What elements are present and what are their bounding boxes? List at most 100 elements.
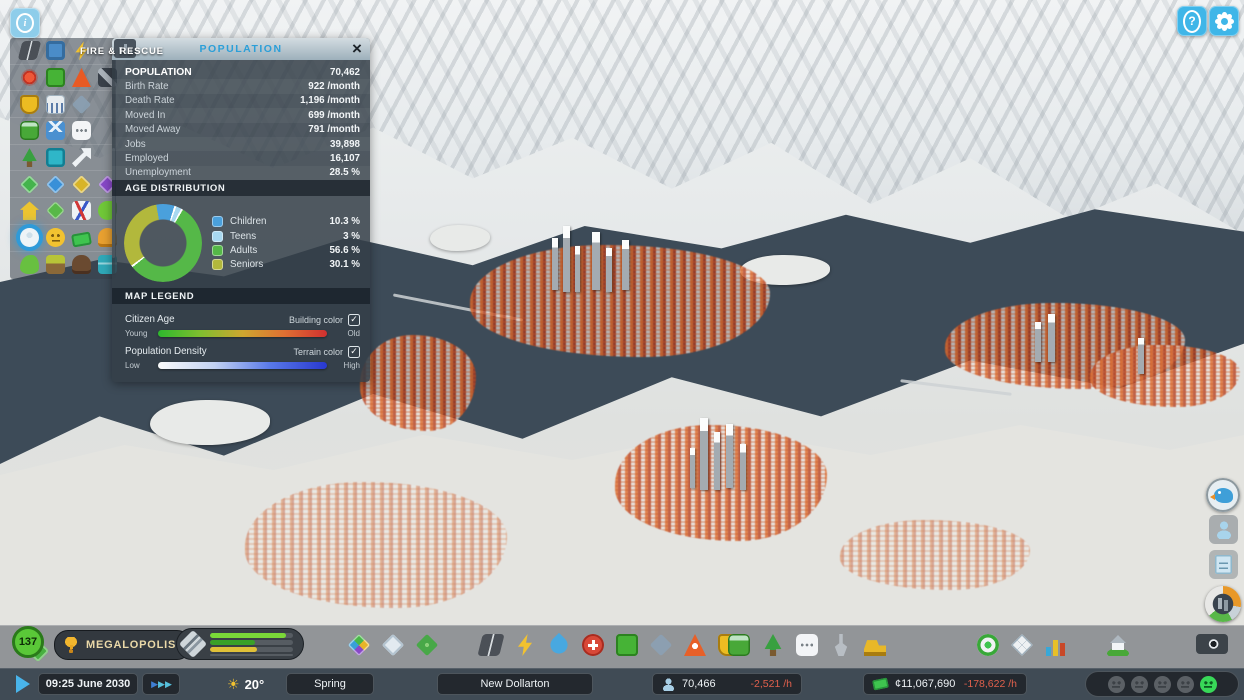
zone-commercial-icon[interactable]: [46, 175, 65, 194]
map-tiles-icon[interactable]: [1011, 634, 1033, 656]
building-color-label: Building color: [289, 315, 343, 325]
map-legend-body: Citizen Age Building color ✓ Young Old P…: [112, 304, 370, 370]
fire-rescue-icon[interactable]: [684, 634, 706, 656]
healthcare-icon[interactable]: [582, 634, 604, 656]
roads-icon[interactable]: [477, 634, 504, 656]
zone-industrial-icon[interactable]: [72, 175, 91, 194]
statistics-line-icon[interactable]: [72, 201, 91, 220]
mail-icon[interactable]: [46, 121, 65, 140]
fire-safety-icon[interactable]: [72, 68, 91, 87]
suburb-cluster: [245, 482, 507, 608]
neutral-face-icon: [1131, 676, 1148, 693]
gear-icon: [1217, 14, 1232, 29]
city-cluster: [360, 335, 476, 431]
zones-icon[interactable]: [348, 634, 370, 656]
terrain-color-label: Terrain color: [293, 347, 343, 357]
landfill-icon[interactable]: [20, 255, 39, 274]
transport-icon[interactable]: [728, 634, 750, 656]
population-panel: POPULATION × POPULATION70,462Birth Rate9…: [112, 38, 370, 382]
age-distribution-block: Children10.3 %Teens3 %Adults56.6 %Senior…: [112, 196, 370, 288]
milestone-points-badge[interactable]: 137: [12, 626, 44, 658]
transport-icon[interactable]: [20, 121, 39, 140]
screens-icon[interactable]: [46, 41, 65, 60]
season-button[interactable]: Spring: [286, 673, 374, 695]
city-name-button[interactable]: New Dollarton: [437, 673, 593, 695]
close-icon[interactable]: ×: [346, 38, 366, 60]
infoviews-button[interactable]: i: [10, 8, 40, 38]
toolbar-group: [348, 634, 438, 656]
parks-icon[interactable]: [20, 148, 39, 167]
progress-widget[interactable]: [176, 628, 304, 660]
economy-money-icon[interactable]: [71, 231, 92, 247]
garbage-icon[interactable]: [46, 68, 65, 87]
chirper-button[interactable]: [1206, 478, 1240, 512]
population-icon[interactable]: [20, 228, 39, 247]
play-icon: [16, 675, 30, 693]
bridge: [900, 379, 1012, 396]
education-icon[interactable]: [650, 634, 672, 656]
routes-icon[interactable]: [72, 148, 91, 167]
neutral-face-icon: [1108, 676, 1125, 693]
journal-button[interactable]: [1209, 550, 1238, 579]
skyscraper: [552, 238, 558, 290]
speed-arrow-icon: ▶: [158, 679, 164, 690]
speed-control[interactable]: ▶▶▶: [142, 673, 180, 695]
legend-row: Seniors30.1 %: [212, 257, 360, 271]
economy-icon[interactable]: [977, 634, 999, 656]
population-stats: POPULATION70,462Birth Rate922 /monthDeat…: [112, 60, 370, 180]
age-distribution-header: AGE DISTRIBUTION: [112, 180, 370, 196]
help-icon: ?: [1183, 10, 1201, 33]
citizen-age-label: Citizen Age: [125, 314, 175, 325]
population-count: 70,466: [682, 678, 716, 690]
happy-face-icon: [1200, 676, 1217, 693]
zone-residential-icon[interactable]: [20, 175, 39, 194]
toolbar-group: [480, 634, 740, 656]
building-color-checkbox[interactable]: ✓: [348, 314, 360, 326]
city-cluster: [1090, 345, 1240, 407]
communications-icon[interactable]: [72, 121, 91, 140]
stat-row: Jobs39,898: [112, 137, 370, 151]
garbage-icon[interactable]: [616, 634, 638, 656]
infoview-row: [10, 225, 116, 252]
trophy-icon: [63, 637, 79, 653]
citizen-age-gradient: [158, 330, 327, 337]
main-toolbar: 137 MEGALOPOLIS: [0, 625, 1244, 668]
status-bar: 09:25 June 2030 ▶▶▶ ☀ 20° Spring New Dol…: [0, 668, 1244, 700]
heating-icon[interactable]: [20, 68, 39, 87]
vegetation-icon[interactable]: [416, 634, 438, 656]
parks-icon[interactable]: [762, 634, 784, 656]
weather-display: ☀ 20°: [227, 673, 264, 695]
landscaping-icon[interactable]: [830, 634, 852, 656]
skyscraper: [592, 232, 600, 290]
education-icon[interactable]: [72, 95, 91, 114]
milestone-button[interactable]: MEGALOPOLIS: [54, 630, 191, 660]
eco-house-icon[interactable]: [1107, 634, 1129, 656]
police-icon[interactable]: [20, 95, 39, 114]
residential-demand-icon[interactable]: [20, 201, 39, 220]
progress-bars: [210, 633, 293, 656]
photo-mode-icon[interactable]: [1196, 634, 1228, 654]
age-donut-chart: [124, 204, 202, 282]
citizens-button[interactable]: [1209, 515, 1238, 544]
bulldozer-icon[interactable]: [864, 634, 886, 656]
stat-row: Moved Away791 /month: [112, 123, 370, 137]
happiness-icon[interactable]: [46, 228, 65, 247]
battery-icon[interactable]: [46, 148, 65, 167]
ground-pollution-icon[interactable]: [46, 255, 65, 274]
land-value-icon[interactable]: [46, 202, 65, 221]
play-button[interactable]: [10, 674, 34, 694]
statistics-icon[interactable]: [1045, 634, 1067, 656]
noise-pollution-icon[interactable]: [72, 255, 91, 274]
assets-icon[interactable]: [382, 634, 404, 656]
settings-button[interactable]: [1209, 6, 1239, 36]
terrain-color-checkbox[interactable]: ✓: [348, 346, 360, 358]
roads-icon[interactable]: [18, 41, 42, 60]
electricity-icon[interactable]: [514, 634, 536, 656]
help-button[interactable]: ?: [1177, 6, 1207, 36]
skyscraper: [563, 226, 570, 292]
infoviews-sidebar: [10, 38, 116, 279]
administration-icon[interactable]: [46, 95, 65, 114]
communications-icon[interactable]: [796, 634, 818, 656]
water-icon[interactable]: [547, 633, 571, 657]
progress-wheel-button[interactable]: [1205, 586, 1241, 622]
